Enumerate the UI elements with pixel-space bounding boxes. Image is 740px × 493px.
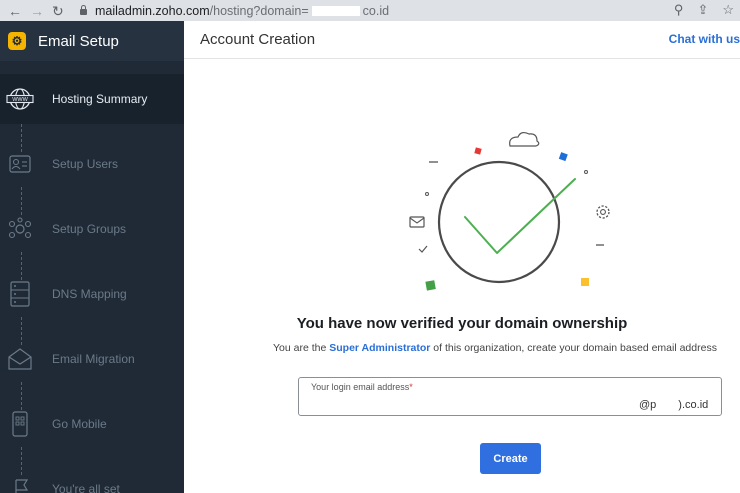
domain-suffix: @p ).co.id bbox=[639, 398, 708, 411]
green-square bbox=[425, 280, 436, 291]
user-card-icon bbox=[5, 149, 35, 179]
small-check-icon bbox=[418, 245, 428, 253]
redacted-text bbox=[311, 5, 360, 16]
subtext-suffix: of this organization, create your domain… bbox=[430, 342, 717, 354]
gear-icon bbox=[596, 205, 610, 219]
login-email-label: Your login email address* bbox=[311, 382, 413, 392]
sidebar-item-label: Setup Users bbox=[52, 157, 119, 171]
email-migration-icon bbox=[5, 344, 35, 374]
reload-icon[interactable]: ↻ bbox=[52, 4, 64, 18]
back-arrow-icon[interactable]: ← bbox=[8, 4, 22, 18]
sidebar-item-label: Setup Groups bbox=[52, 222, 127, 236]
globe-www-icon: WWW bbox=[5, 84, 35, 114]
url-path-suffix: co.id bbox=[362, 3, 390, 18]
envelope-icon bbox=[409, 216, 425, 228]
sidebar-item-hosting-summary[interactable]: WWW Hosting Summary bbox=[0, 74, 184, 124]
url-path-prefix: /hosting?domain= bbox=[209, 3, 309, 18]
sidebar-item-label: Go Mobile bbox=[52, 417, 107, 431]
sidebar-item-dns-mapping[interactable]: DNS Mapping bbox=[0, 269, 184, 319]
svg-text:WWW: WWW bbox=[12, 97, 28, 103]
address-bar[interactable]: mailadmin.zoho.com /hosting?domain= co.i… bbox=[80, 0, 389, 21]
share-icon[interactable]: ⇪ bbox=[697, 2, 708, 18]
setup-sidebar: ⚙ Email Setup WWW Hosting Summary Setup … bbox=[0, 21, 184, 493]
sidebar-item-setup-users[interactable]: Setup Users bbox=[0, 139, 184, 189]
dot-mark bbox=[425, 192, 429, 196]
mobile-icon bbox=[5, 409, 35, 439]
subtext-prefix: You are the bbox=[273, 342, 330, 354]
bookmark-star-icon[interactable]: ☆ bbox=[722, 2, 734, 18]
gear-logo-icon: ⚙ bbox=[8, 32, 26, 50]
group-icon bbox=[5, 214, 35, 244]
field-label-text: Your login email address bbox=[311, 382, 410, 392]
sidebar-title: Email Setup bbox=[38, 32, 119, 50]
domain-prefix-text: @p bbox=[639, 399, 657, 411]
sidebar-item-setup-groups[interactable]: Setup Groups bbox=[0, 204, 184, 254]
red-square bbox=[474, 147, 482, 155]
sidebar-header: ⚙ Email Setup bbox=[0, 21, 184, 61]
lock-icon bbox=[80, 4, 87, 15]
sidebar-item-label: You're all set bbox=[52, 482, 120, 493]
yellow-square bbox=[581, 278, 589, 286]
sidebar-item-all-set[interactable]: You're all set bbox=[0, 464, 184, 493]
main-panel: Account Creation Chat with us You have n… bbox=[184, 21, 740, 493]
blue-square bbox=[558, 152, 568, 162]
super-admin-link[interactable]: Super Administrator bbox=[329, 342, 430, 354]
zoom-icon[interactable]: ⚲ bbox=[674, 2, 684, 18]
dns-server-icon bbox=[5, 279, 35, 309]
cloud-icon bbox=[509, 131, 540, 147]
login-email-field[interactable]: Your login email address* @p ).co.id bbox=[298, 377, 722, 416]
sidebar-item-label: Email Migration bbox=[52, 352, 135, 366]
check-circle bbox=[437, 160, 561, 284]
dot-mark bbox=[584, 170, 588, 174]
sidebar-item-email-migration[interactable]: Email Migration bbox=[0, 334, 184, 384]
url-host: mailadmin.zoho.com bbox=[95, 3, 210, 18]
verified-subtext: You are the Super Administrator of this … bbox=[273, 342, 740, 354]
verified-headline: You have now verified your domain owners… bbox=[296, 315, 628, 332]
sidebar-item-label: Hosting Summary bbox=[52, 92, 148, 106]
forward-arrow-icon[interactable]: → bbox=[30, 4, 44, 18]
login-email-input[interactable] bbox=[309, 395, 609, 411]
sidebar-item-label: DNS Mapping bbox=[52, 287, 127, 301]
browser-toolbar: ← → ↻ mailadmin.zoho.com /hosting?domain… bbox=[0, 0, 740, 21]
flag-icon bbox=[5, 474, 35, 493]
redacted-text bbox=[656, 398, 679, 408]
verified-illustration bbox=[409, 131, 610, 291]
create-button[interactable]: Create bbox=[480, 443, 541, 474]
sidebar-item-go-mobile[interactable]: Go Mobile bbox=[0, 399, 184, 449]
required-mark: * bbox=[409, 382, 413, 392]
domain-suffix-text: ).co.id bbox=[678, 399, 709, 411]
